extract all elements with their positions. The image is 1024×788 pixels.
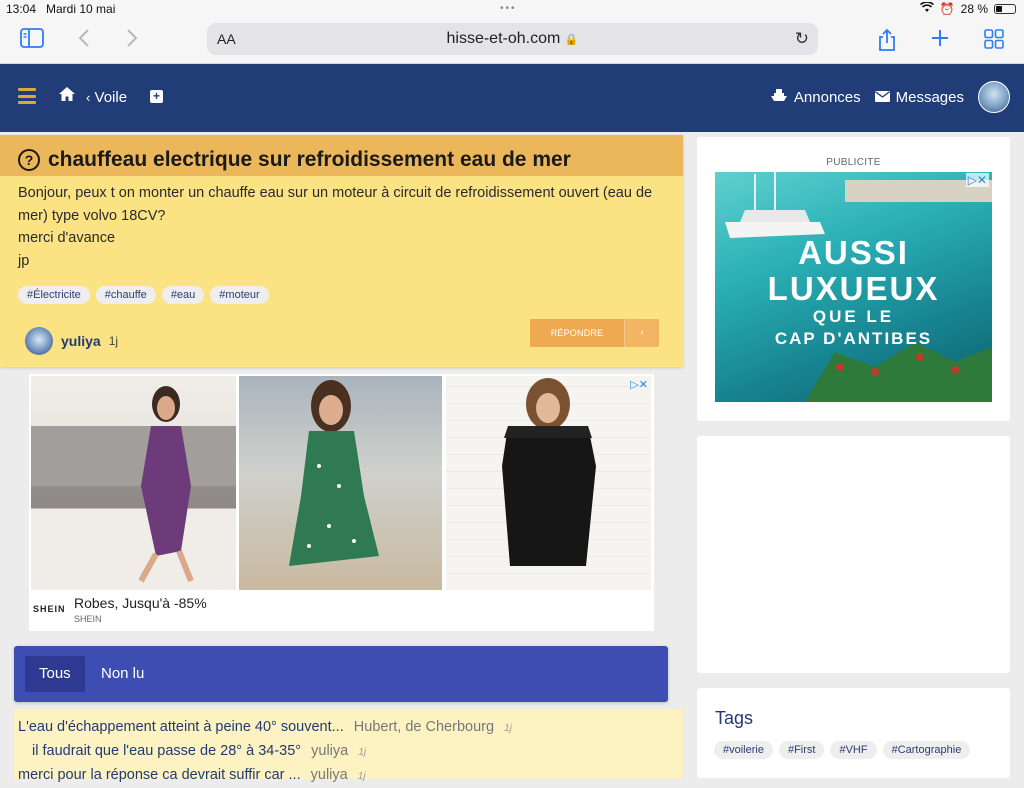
add-post-icon[interactable]: + bbox=[150, 90, 163, 103]
address-bar[interactable]: AA hisse-et-oh.com 🔒 ↻ bbox=[207, 23, 818, 55]
site-header: ‹ Voile + Annonces Messages bbox=[0, 64, 1024, 132]
tag-chip[interactable]: #VHF bbox=[830, 741, 877, 759]
reply-age: 1j bbox=[504, 723, 512, 734]
list-item[interactable]: il faudrait que l'eau passe de 28° à 34-… bbox=[18, 740, 679, 764]
messages-link[interactable]: Messages bbox=[874, 88, 964, 106]
reply-author[interactable]: yuliya bbox=[311, 767, 348, 783]
boat-icon bbox=[770, 87, 788, 107]
reply-title[interactable]: L'eau d'échappement atteint à peine 40° … bbox=[18, 719, 344, 735]
banner-line: CAP D'ANTIBES bbox=[774, 329, 933, 348]
list-item[interactable]: L'eau d'échappement atteint à peine 40° … bbox=[18, 716, 679, 740]
tag-chip[interactable]: #Cartographie bbox=[882, 741, 971, 759]
reply-age: 1j bbox=[358, 747, 367, 758]
status-time: 13:04 bbox=[6, 2, 37, 16]
question-line: merci d'avance bbox=[18, 230, 116, 246]
tab-unread[interactable]: Non lu bbox=[87, 656, 158, 692]
reply-author[interactable]: yuliya bbox=[311, 743, 348, 759]
tag-chip[interactable]: #Électricite bbox=[18, 286, 90, 304]
ad-banner[interactable]: AUSSI LUXUEUX QUE LE CAP D'ANTIBES ▷✕ bbox=[715, 172, 992, 402]
question-line: Bonjour, peux t on monter un chauffe eau… bbox=[18, 185, 653, 201]
url-domain: hisse-et-oh.com bbox=[446, 30, 561, 47]
lock-icon: 🔒 bbox=[564, 34, 579, 46]
alarm-icon: ⏰ bbox=[939, 2, 955, 16]
tag-chip[interactable]: #moteur bbox=[210, 286, 269, 304]
annonces-link[interactable]: Annonces bbox=[770, 87, 861, 107]
ad-choices-icon[interactable]: ▷✕ bbox=[630, 378, 648, 391]
sidebar-tags: #voilerie #First #VHF #Cartographie bbox=[714, 741, 971, 759]
question-card: ? chauffeau electrique sur refroidisseme… bbox=[0, 135, 683, 367]
ad-label: PUBLICITE bbox=[826, 157, 881, 168]
tag-chip[interactable]: #First bbox=[778, 741, 825, 759]
question-title: chauffeau electrique sur refroidissement… bbox=[48, 147, 571, 171]
sidebar-ad: PUBLICITE AUSSI LUXUEUX QUE LE CAP D'ANT… bbox=[697, 137, 1010, 421]
reply-title[interactable]: il faudrait que l'eau passe de 28° à 34-… bbox=[32, 743, 301, 759]
share-icon[interactable] bbox=[877, 28, 897, 58]
status-bar: 13:04 Mardi 10 mai ••• ⏰ 28 % bbox=[0, 0, 1024, 20]
chevron-left-icon: ‹ bbox=[86, 90, 91, 105]
tag-chip[interactable]: #eau bbox=[161, 286, 205, 304]
ad-brand-logo: SHEIN bbox=[33, 604, 66, 614]
banner-line: AUSSI bbox=[798, 234, 909, 271]
post-age: 1j bbox=[108, 334, 119, 348]
battery-icon bbox=[994, 4, 1016, 14]
ad-image-black-dress[interactable]: ▷✕ bbox=[446, 376, 651, 590]
question-line: mer) type volvo 18CV? bbox=[18, 207, 166, 224]
sidebar-icon[interactable] bbox=[20, 28, 44, 54]
ad-image-purple-dress[interactable] bbox=[31, 376, 236, 590]
question-line: jp bbox=[18, 252, 30, 269]
reply-author[interactable]: Hubert, de Cherbourg bbox=[354, 719, 494, 735]
filter-bar: Tous Non lu bbox=[14, 646, 668, 702]
reply-button[interactable]: RÉPONDRE bbox=[530, 319, 624, 347]
reply-list: L'eau d'échappement atteint à peine 40° … bbox=[14, 709, 683, 783]
ad-image-green-dress[interactable] bbox=[239, 376, 442, 590]
reply-menu-button[interactable]: ‹ bbox=[624, 319, 659, 347]
back-icon[interactable] bbox=[78, 28, 90, 54]
author-avatar[interactable] bbox=[25, 327, 53, 355]
ad-choices-icon[interactable]: ▷✕ bbox=[965, 173, 989, 187]
battery-percent: 28 % bbox=[960, 2, 988, 16]
forward-icon[interactable] bbox=[126, 28, 138, 54]
tabs-overview-icon[interactable] bbox=[983, 28, 1005, 56]
author-info: yuliya 1j bbox=[25, 327, 118, 355]
banner-text: AUSSI LUXUEUX QUE LE CAP D'ANTIBES bbox=[715, 234, 992, 350]
url-text: hisse-et-oh.com 🔒 bbox=[207, 30, 818, 48]
multitask-dots-icon[interactable]: ••• bbox=[500, 3, 517, 14]
tag-chip[interactable]: #voilerie bbox=[714, 741, 773, 759]
question-tags: #Électricite #chauffe #eau #moteur bbox=[18, 286, 269, 304]
tab-all[interactable]: Tous bbox=[25, 656, 85, 692]
sidebar-tags-panel: Tags #voilerie #First #VHF #Cartographie bbox=[697, 688, 1010, 778]
question-mark-icon: ? bbox=[18, 148, 40, 171]
annonces-label: Annonces bbox=[793, 88, 861, 106]
tags-heading: Tags bbox=[715, 708, 754, 728]
browser-toolbar: AA hisse-et-oh.com 🔒 ↻ bbox=[0, 20, 1024, 64]
ad-source: SHEIN bbox=[74, 614, 102, 624]
menu-icon[interactable] bbox=[18, 88, 36, 104]
reply-group: RÉPONDRE ‹ bbox=[530, 319, 659, 347]
breadcrumb[interactable]: ‹ Voile bbox=[86, 89, 127, 106]
status-date: Mardi 10 mai bbox=[46, 2, 116, 16]
new-tab-icon[interactable] bbox=[930, 28, 950, 54]
messages-label: Messages bbox=[895, 88, 964, 106]
home-icon[interactable] bbox=[58, 86, 76, 107]
ad-block[interactable]: ▷✕ SHEIN Robes, Jusqu'à -85% SHEIN bbox=[29, 374, 654, 631]
sidebar-empty-panel bbox=[697, 436, 1010, 673]
author-name[interactable]: yuliya bbox=[61, 333, 101, 349]
question-body: Bonjour, peux t on monter un chauffe eau… bbox=[0, 176, 683, 272]
banner-line: LUXUEUX bbox=[767, 270, 940, 307]
reply-age: 1j bbox=[357, 771, 366, 782]
user-avatar[interactable] bbox=[978, 81, 1010, 113]
breadcrumb-label[interactable]: Voile bbox=[95, 89, 128, 106]
tag-chip[interactable]: #chauffe bbox=[95, 286, 156, 304]
reload-icon[interactable]: ↻ bbox=[795, 29, 809, 49]
reply-title[interactable]: merci pour la réponse ca devrait suffir … bbox=[18, 767, 301, 783]
wifi-icon bbox=[919, 1, 934, 16]
question-header: ? chauffeau electrique sur refroidisseme… bbox=[0, 135, 683, 176]
banner-line: QUE LE bbox=[812, 307, 895, 326]
envelope-icon bbox=[874, 89, 890, 106]
ad-headline[interactable]: Robes, Jusqu'à -85% bbox=[74, 595, 207, 611]
